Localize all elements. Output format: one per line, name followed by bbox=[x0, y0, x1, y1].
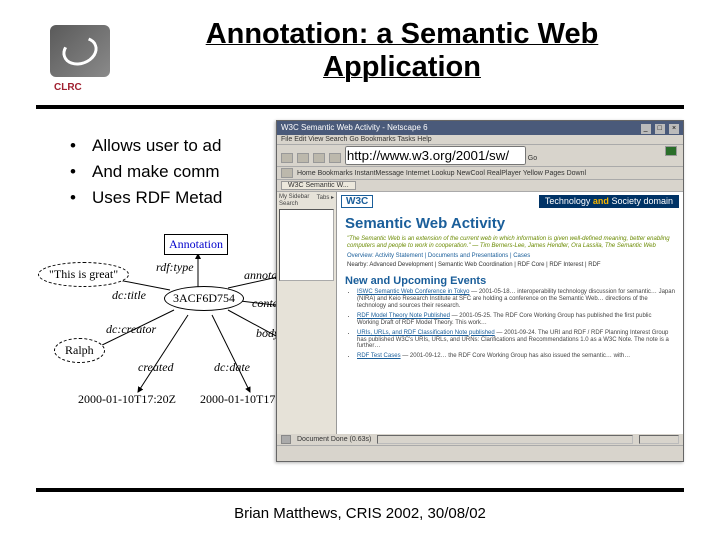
domain-and: and bbox=[593, 196, 609, 206]
edge-created: created bbox=[138, 360, 174, 375]
edge-dc-date: dc:date bbox=[214, 360, 250, 375]
address-input[interactable] bbox=[345, 146, 526, 165]
browser-window: W3C Semantic Web Activity - Netscape 6 _… bbox=[276, 120, 684, 462]
clrc-logo: CLRC bbox=[50, 25, 110, 77]
node-this-is-great: "This is great" bbox=[38, 262, 129, 287]
event-item: RDF Test Cases — 2001-09-12… the RDF Cor… bbox=[357, 353, 675, 360]
close-button[interactable]: × bbox=[669, 124, 679, 134]
status-segment bbox=[377, 435, 633, 444]
window-buttons: _ □ × bbox=[639, 121, 679, 135]
slide-title: Annotation: a Semantic Web Application bbox=[124, 18, 680, 85]
event-link[interactable]: RDF Model Theory Note Published bbox=[357, 313, 450, 319]
sidebar-title: My Sidebar bbox=[279, 194, 309, 201]
page-heading: Semantic Web Activity bbox=[337, 209, 683, 234]
event-link[interactable]: RDF Test Cases bbox=[357, 353, 401, 359]
logo-text: CLRC bbox=[54, 82, 82, 93]
node-annotation: Annotation bbox=[164, 234, 228, 255]
netscape-logo-icon bbox=[665, 146, 677, 156]
tab-bar: W3C Semantic W... bbox=[277, 180, 683, 192]
sidebar: My Sidebar Tabs ▸ Search bbox=[277, 192, 337, 434]
w3c-logo[interactable]: W3C bbox=[341, 195, 373, 208]
domain-a: Technology bbox=[545, 196, 591, 206]
event-item: URIs, URLs, and RDF Classification Note … bbox=[357, 330, 675, 351]
slide-header: CLRC Annotation: a Semantic Web Applicat… bbox=[0, 0, 720, 93]
links-text: Home Bookmarks InstantMessage Internet L… bbox=[297, 170, 586, 177]
status-segment bbox=[639, 435, 679, 444]
sidebar-tabs-button[interactable]: Tabs ▸ bbox=[317, 194, 334, 201]
window-titlebar: W3C Semantic Web Activity - Netscape 6 _… bbox=[277, 121, 683, 135]
reload-icon[interactable] bbox=[313, 153, 325, 163]
overview-nav[interactable]: Overview: Activity Statement | Documents… bbox=[337, 253, 683, 261]
events-heading: New and Upcoming Events bbox=[337, 269, 683, 289]
events-list: ISWC Semantic Web Conference in Tokyo — … bbox=[337, 289, 683, 360]
swirl-icon bbox=[58, 32, 101, 71]
node-ralph: Ralph bbox=[54, 338, 105, 363]
edge-dc-creator: dc:creator bbox=[106, 322, 156, 337]
nearby-nav[interactable]: Nearby: Advanced Development | Semantic … bbox=[337, 261, 683, 269]
home-icon[interactable] bbox=[281, 168, 293, 178]
maximize-button[interactable]: □ bbox=[655, 124, 665, 134]
page-quote: "The Semantic Web is an extension of the… bbox=[337, 234, 683, 253]
menu-bar[interactable]: File Edit View Search Go Bookmarks Tasks… bbox=[277, 135, 683, 145]
edge-rdf-type: rdf:type bbox=[156, 260, 194, 275]
page-content: W3C Technology and Society domain Semant… bbox=[337, 192, 683, 434]
edge-dc-title: dc:title bbox=[112, 288, 146, 303]
status-text: Document Done (0.63s) bbox=[297, 436, 371, 443]
node-center-id: 3ACF6D754 bbox=[164, 286, 244, 311]
event-item: RDF Model Theory Note Published — 2001-0… bbox=[357, 313, 675, 327]
slide-footer: Brian Matthews, CRIS 2002, 30/08/02 bbox=[0, 505, 720, 522]
domain-badge[interactable]: Technology and Society domain bbox=[539, 195, 679, 208]
minimize-button[interactable]: _ bbox=[641, 124, 651, 134]
links-bar[interactable]: Home Bookmarks InstantMessage Internet L… bbox=[277, 167, 683, 180]
event-link[interactable]: URIs, URLs, and RDF Classification Note … bbox=[357, 330, 495, 336]
browser-tab[interactable]: W3C Semantic W... bbox=[281, 181, 356, 190]
stop-icon[interactable] bbox=[329, 153, 341, 163]
sidebar-search-label: Search bbox=[279, 201, 334, 207]
status-icon bbox=[281, 435, 291, 444]
go-button[interactable]: Go bbox=[528, 155, 537, 162]
node-date1: 2000-01-10T17:20Z bbox=[78, 392, 176, 407]
browser-body: My Sidebar Tabs ▸ Search W3C Technology … bbox=[277, 192, 683, 434]
event-item: ISWC Semantic Web Conference in Tokyo — … bbox=[357, 289, 675, 310]
sidebar-search-box[interactable] bbox=[279, 209, 334, 281]
status-bar: Document Done (0.63s) bbox=[277, 434, 683, 446]
footer-rule bbox=[36, 488, 684, 492]
nav-toolbar: Go bbox=[277, 145, 683, 167]
event-link[interactable]: ISWC Semantic Web Conference in Tokyo bbox=[357, 289, 470, 295]
domain-b: Society domain bbox=[611, 196, 673, 206]
forward-icon[interactable] bbox=[297, 153, 309, 163]
back-icon[interactable] bbox=[281, 153, 293, 163]
window-title: W3C Semantic Web Activity - Netscape 6 bbox=[281, 121, 428, 135]
